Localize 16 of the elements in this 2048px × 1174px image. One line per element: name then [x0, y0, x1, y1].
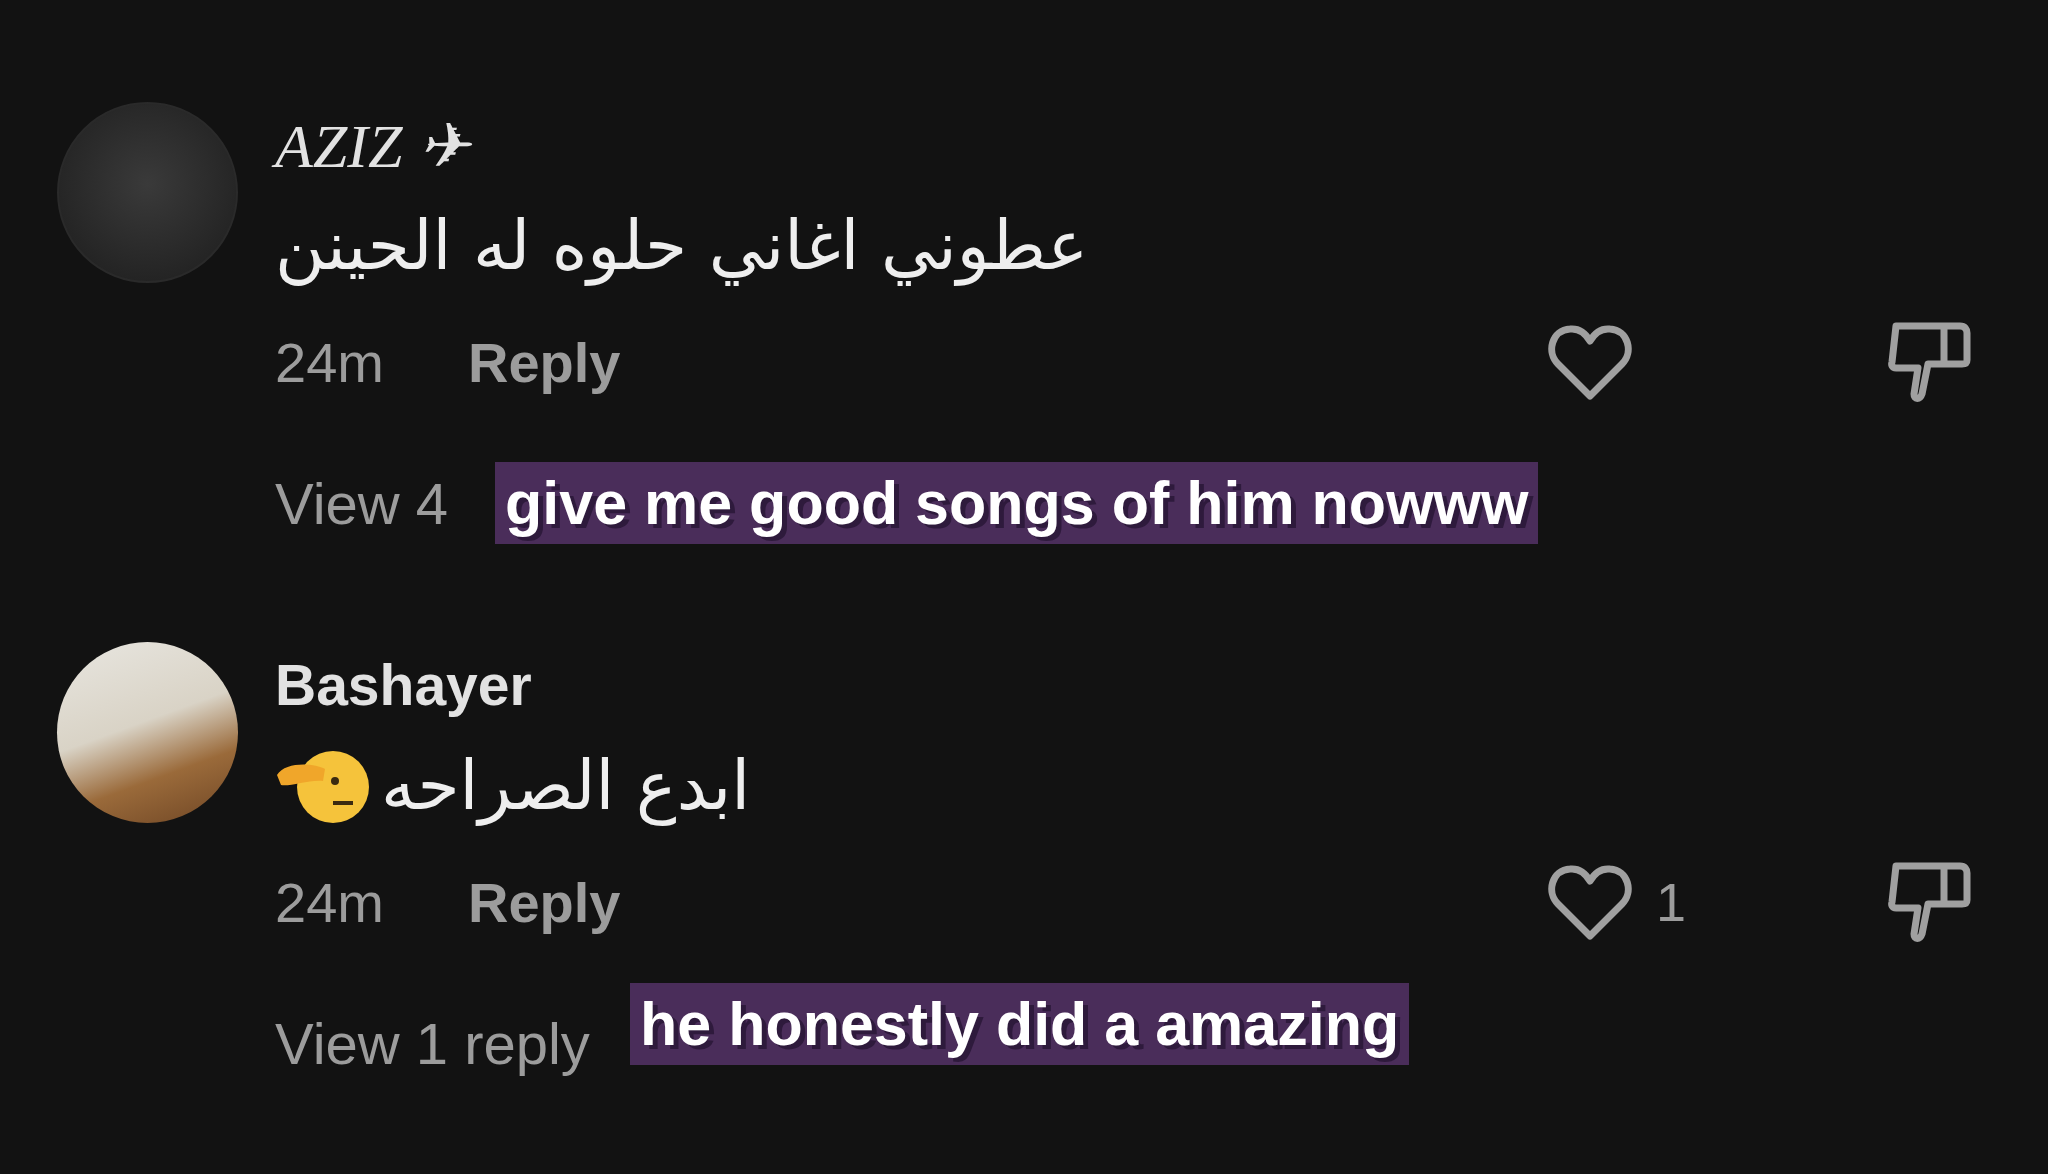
like-count: 1 — [1656, 871, 1687, 933]
thumbs-down-icon[interactable] — [1888, 860, 1972, 944]
view-replies-link[interactable]: View 4 — [275, 469, 449, 537]
thumbs-down-icon[interactable] — [1888, 320, 1972, 404]
comment-text: ابدع الصراحه — [381, 745, 751, 825]
reply-button[interactable]: Reply — [467, 329, 621, 395]
heart-icon[interactable] — [1548, 864, 1632, 940]
view-replies-link[interactable]: View 1 reply — [275, 1009, 590, 1077]
comment-text: عطوني اغاني حلوه له الحينن — [275, 205, 1089, 285]
video-caption: he honestly did a amazing — [630, 983, 1410, 1065]
reply-button[interactable]: Reply — [467, 869, 621, 935]
username[interactable]: Bashayer — [275, 652, 532, 718]
comment-time: 24m — [275, 329, 384, 395]
video-caption: give me good songs of him nowww — [495, 462, 1539, 544]
comment-time: 24m — [275, 869, 384, 935]
heart-icon[interactable] — [1548, 324, 1632, 400]
